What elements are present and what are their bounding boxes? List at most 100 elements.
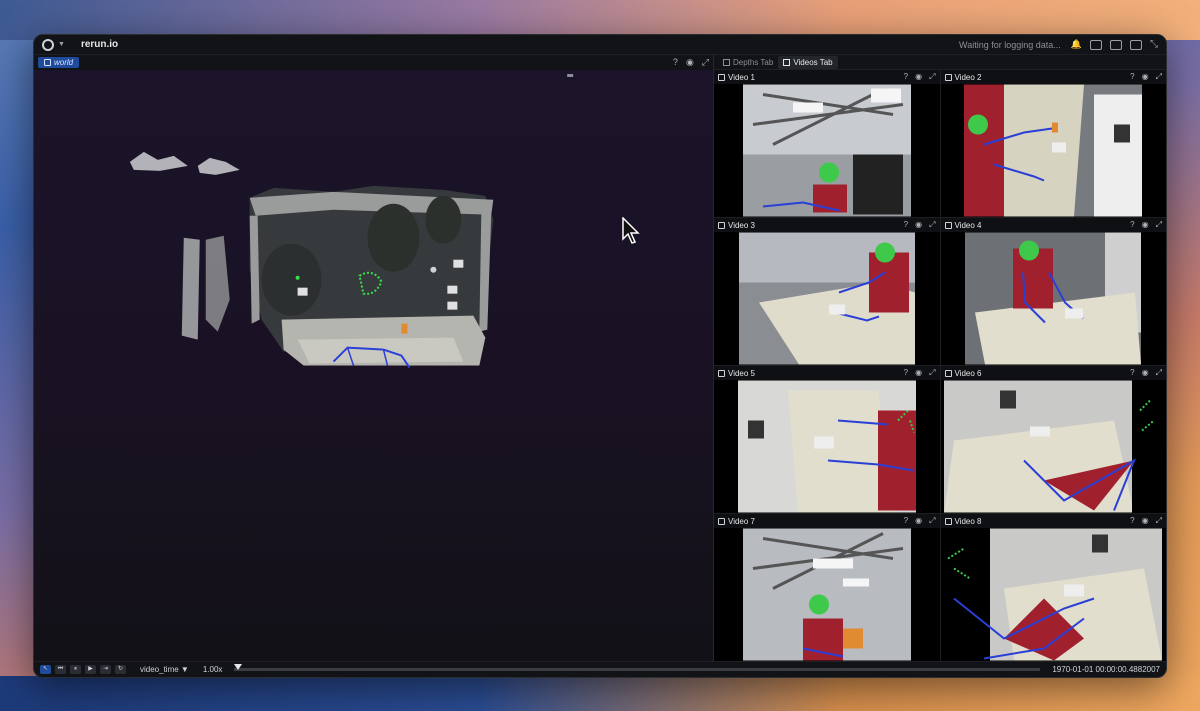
loop-button[interactable]: ↻ [115, 665, 126, 674]
eye-icon[interactable]: ◉ [1142, 220, 1149, 230]
video-icon [944, 517, 952, 525]
video-3-view[interactable]: Video 3 ? ◉ ⤢ [714, 218, 940, 365]
video-3-frame [738, 232, 915, 365]
help-icon[interactable]: ? [673, 57, 678, 68]
video-5-frame [737, 380, 916, 513]
eye-icon[interactable]: ◉ [915, 72, 922, 82]
skip-back-button[interactable]: ⏮ [55, 665, 66, 674]
help-icon[interactable]: ? [1130, 220, 1134, 230]
left-panel-toggle-icon[interactable] [1090, 39, 1102, 50]
point-cloud-scene[interactable] [34, 70, 713, 665]
time-scrubber[interactable] [234, 664, 1041, 671]
eye-icon[interactable]: ◉ [915, 368, 922, 378]
maximize-icon[interactable]: ⤢ [702, 57, 709, 68]
bottom-panel-toggle-icon[interactable] [1110, 39, 1122, 50]
video-7-frame [742, 528, 911, 661]
video-grid: Video 1 ? ◉ ⤢ Video 2 ? ◉ ⤢ Video 3 ? ◉ … [714, 70, 1166, 661]
video-8-view[interactable]: Video 8 ? ◉ ⤢ [940, 514, 1166, 661]
video-2-frame [964, 84, 1143, 217]
video-6-title: Video 6 [954, 368, 982, 378]
video-icon [718, 369, 725, 377]
rerun-window: ▼ rerun.io Waiting for logging data... 🔔… [33, 34, 1167, 678]
video-1-title: Video 1 [728, 72, 755, 82]
help-icon[interactable]: ? [1130, 516, 1134, 526]
world-view-tab-label: world [54, 58, 74, 67]
maximize-icon[interactable]: ⤢ [1156, 220, 1162, 230]
view-tabs-bar: Depths Tab Videos Tab [714, 55, 1166, 70]
help-icon[interactable]: ? [904, 220, 908, 230]
maximize-icon[interactable]: ⤢ [929, 516, 935, 526]
maximize-icon[interactable]: ⤢ [1156, 72, 1162, 82]
eye-icon[interactable]: ◉ [915, 220, 922, 230]
timeline-selector[interactable]: video_time ▼ [140, 665, 189, 674]
right-panel-toggle-icon[interactable] [1130, 39, 1142, 50]
video-4-view[interactable]: Video 4 ? ◉ ⤢ [940, 218, 1166, 365]
pause-button[interactable]: ⏸ [70, 665, 81, 674]
timeline-name: video_time [140, 665, 179, 674]
video-4-title: Video 4 [954, 220, 982, 230]
video-6-frame [944, 380, 1163, 513]
video-icon [944, 221, 952, 229]
title-bar: ▼ rerun.io Waiting for logging data... 🔔… [34, 35, 1166, 55]
video-1-view[interactable]: Video 1 ? ◉ ⤢ [714, 70, 940, 217]
play-button[interactable]: ▶ [85, 665, 96, 674]
current-timestamp: 1970-01-01 00:00:00.4882007 [1052, 665, 1160, 674]
world-3d-view[interactable]: world ? ◉ ⤢ [34, 55, 714, 661]
video-5-title: Video 5 [728, 368, 755, 378]
video-1-frame [742, 84, 911, 217]
depth-view-icon [723, 58, 730, 66]
video-4-frame [965, 232, 1142, 365]
video-5-view[interactable]: Video 5 ? ◉ ⤢ [714, 366, 940, 513]
maximize-icon[interactable]: ⤢ [929, 368, 935, 378]
rerun-logo-icon[interactable] [42, 38, 54, 51]
video-icon [718, 73, 725, 81]
cube-icon [44, 59, 51, 66]
eye-icon[interactable]: ◉ [1142, 368, 1149, 378]
collapse-icon[interactable]: ⤡ [1150, 39, 1158, 50]
video-icon [944, 73, 952, 81]
world-view-header: world ? ◉ ⤢ [34, 55, 713, 70]
maximize-icon[interactable]: ⤢ [1156, 368, 1162, 378]
video-8-frame [944, 528, 1163, 661]
tab-videos-label: Videos Tab [793, 57, 833, 67]
maximize-icon[interactable]: ⤢ [929, 72, 935, 82]
video-7-view[interactable]: Video 7 ? ◉ ⤢ [714, 514, 940, 661]
eye-icon[interactable]: ◉ [686, 57, 694, 68]
mouse-cursor-icon [622, 217, 640, 244]
video-2-title: Video 2 [954, 72, 982, 82]
video-8-title: Video 8 [954, 516, 982, 526]
video-2-view[interactable]: Video 2 ? ◉ ⤢ [940, 70, 1166, 217]
video-icon [718, 517, 725, 525]
eye-icon[interactable]: ◉ [915, 516, 922, 526]
video-icon [944, 369, 952, 377]
eye-icon[interactable]: ◉ [1142, 72, 1149, 82]
tab-videos[interactable]: Videos Tab [778, 55, 838, 69]
maximize-icon[interactable]: ⤢ [929, 220, 935, 230]
help-icon[interactable]: ? [904, 368, 908, 378]
help-icon[interactable]: ? [1130, 368, 1134, 378]
select-tool-button[interactable]: ↖ [40, 665, 51, 674]
help-icon[interactable]: ? [1130, 72, 1134, 82]
status-text: Waiting for logging data... [959, 39, 1061, 50]
world-view-tab[interactable]: world [38, 57, 80, 68]
maximize-icon[interactable]: ⤢ [1156, 516, 1162, 526]
tab-depths[interactable]: Depths Tab [718, 56, 778, 69]
chevron-down-icon[interactable]: ▼ [58, 41, 65, 48]
help-icon[interactable]: ? [904, 72, 908, 82]
time-marker-handle[interactable] [234, 664, 243, 670]
help-icon[interactable]: ? [904, 516, 908, 526]
follow-button[interactable]: ⇥ [100, 665, 111, 674]
grid-icon [783, 58, 791, 66]
video-6-view[interactable]: Video 6 ? ◉ ⤢ [940, 366, 1166, 513]
notification-bell-icon[interactable]: 🔔 [1071, 39, 1082, 50]
timeline-bar: ↖ ⏮ ⏸ ▶ ⇥ ↻ video_time ▼ 1.00x 1970-01-0… [34, 661, 1166, 677]
playback-speed[interactable]: 1.00x [203, 665, 223, 674]
desktop-wallpaper-bottom [0, 676, 1200, 711]
videos-panel: Depths Tab Videos Tab Video 1 ? ◉ ⤢ Vide… [714, 55, 1166, 661]
tab-depths-label: Depths Tab [733, 57, 774, 67]
video-3-title: Video 3 [728, 220, 755, 230]
app-title: rerun.io [80, 39, 119, 50]
video-icon [718, 221, 725, 229]
video-7-title: Video 7 [728, 516, 755, 526]
eye-icon[interactable]: ◉ [1142, 516, 1149, 526]
